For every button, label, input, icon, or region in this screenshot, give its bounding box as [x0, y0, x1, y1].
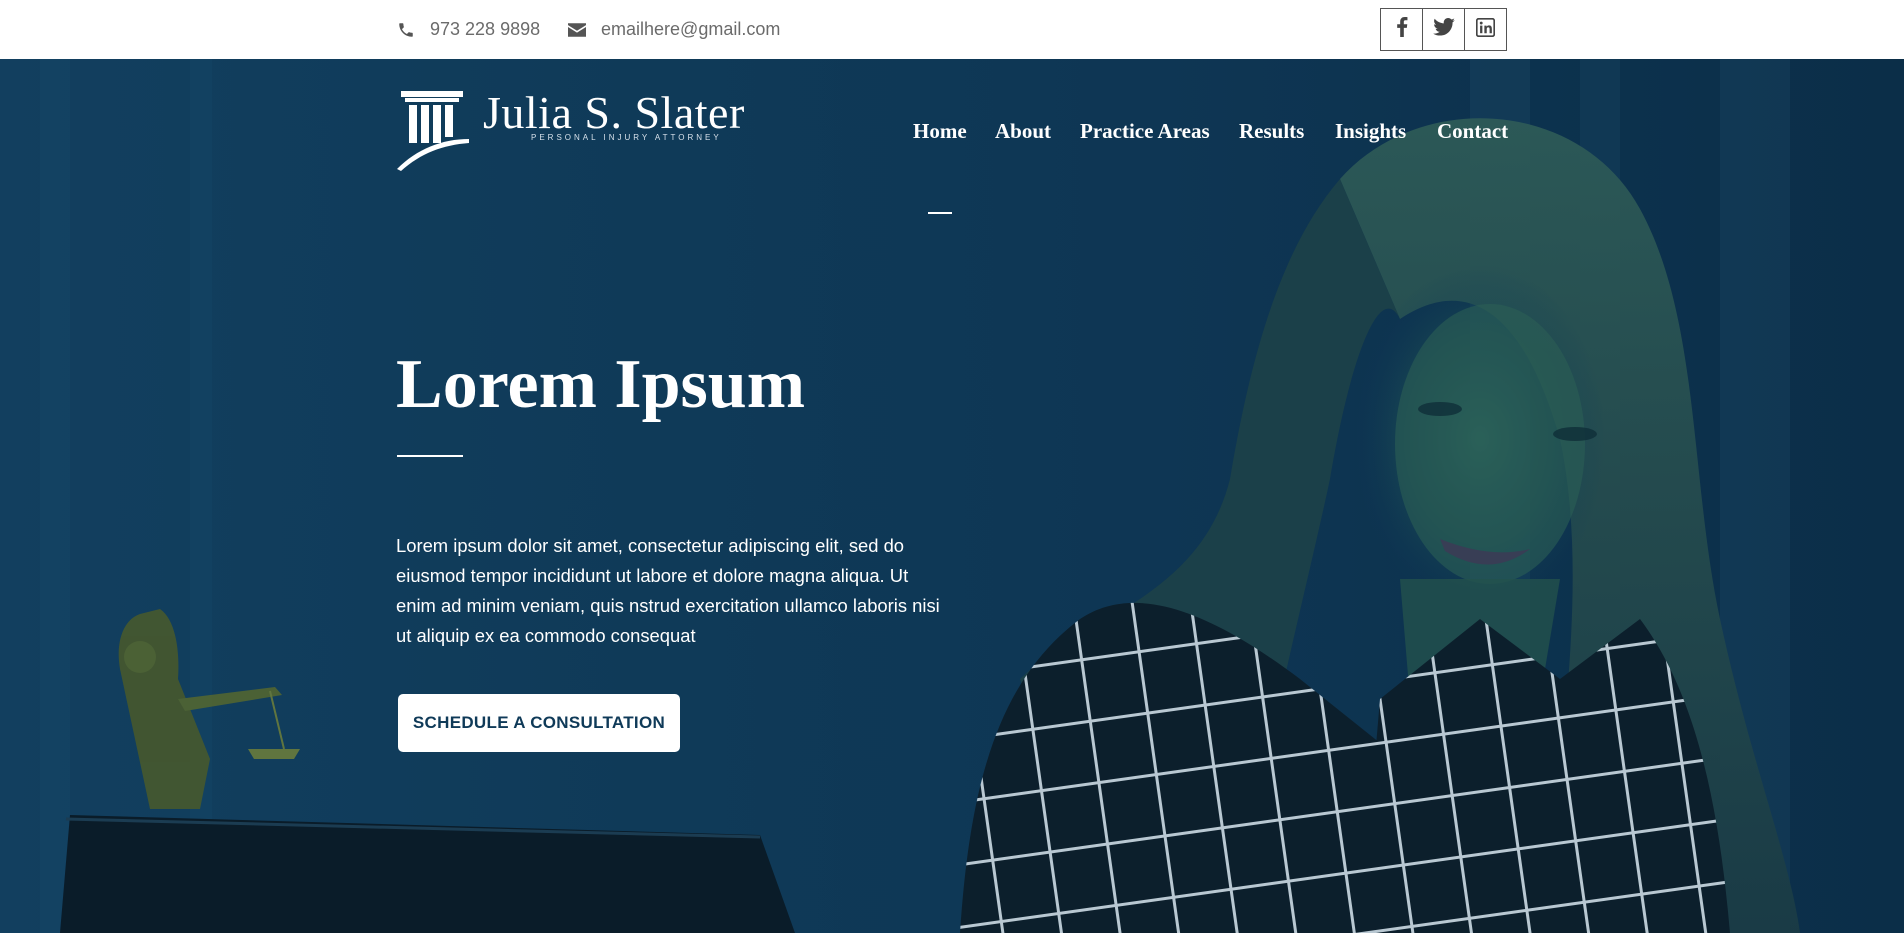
top-bar: 973 228 9898 emailhere@gmail.com	[0, 0, 1904, 59]
hero-title: Lorem Ipsum	[396, 346, 806, 423]
email-address: emailhere@gmail.com	[601, 19, 781, 39]
phone-number: 973 228 9898	[430, 19, 541, 39]
nav-contact[interactable]: Contact	[1437, 119, 1508, 144]
linkedin-icon	[1475, 17, 1496, 42]
logo-name: Julia S. Slater	[483, 87, 745, 138]
hero-divider	[397, 455, 463, 457]
active-nav-indicator	[928, 212, 952, 214]
linkedin-button[interactable]	[1464, 8, 1507, 51]
facebook-icon	[1396, 17, 1408, 42]
hero-description: Lorem ipsum dolor sit amet, consectetur …	[396, 535, 940, 646]
logo[interactable]: Julia S. Slater PERSONAL INJURY ATTORNEY	[397, 87, 745, 176]
pillar-icon	[397, 87, 469, 176]
schedule-consultation-button[interactable]: SCHEDULE A CONSULTATION	[398, 694, 680, 752]
nav-insights[interactable]: Insights	[1335, 119, 1406, 144]
twitter-button[interactable]	[1422, 8, 1465, 51]
logo-text: Julia S. Slater PERSONAL INJURY ATTORNEY	[483, 87, 745, 142]
nav-home[interactable]: Home	[913, 119, 967, 144]
envelope-icon	[567, 20, 587, 40]
nav-results[interactable]: Results	[1239, 119, 1304, 144]
social-links	[1380, 8, 1507, 51]
email-contact[interactable]: emailhere@gmail.com	[567, 0, 780, 59]
logo-tagline: PERSONAL INJURY ATTORNEY	[531, 133, 722, 142]
nav-practice-areas[interactable]: Practice Areas	[1080, 119, 1210, 144]
phone-contact[interactable]: 973 228 9898	[396, 0, 540, 59]
hero-background-image	[40, 59, 1800, 933]
hero-section: Julia S. Slater PERSONAL INJURY ATTORNEY…	[0, 59, 1904, 933]
phone-icon	[396, 20, 416, 40]
facebook-button[interactable]	[1380, 8, 1423, 51]
twitter-icon	[1432, 18, 1455, 41]
nav-about[interactable]: About	[995, 119, 1051, 144]
